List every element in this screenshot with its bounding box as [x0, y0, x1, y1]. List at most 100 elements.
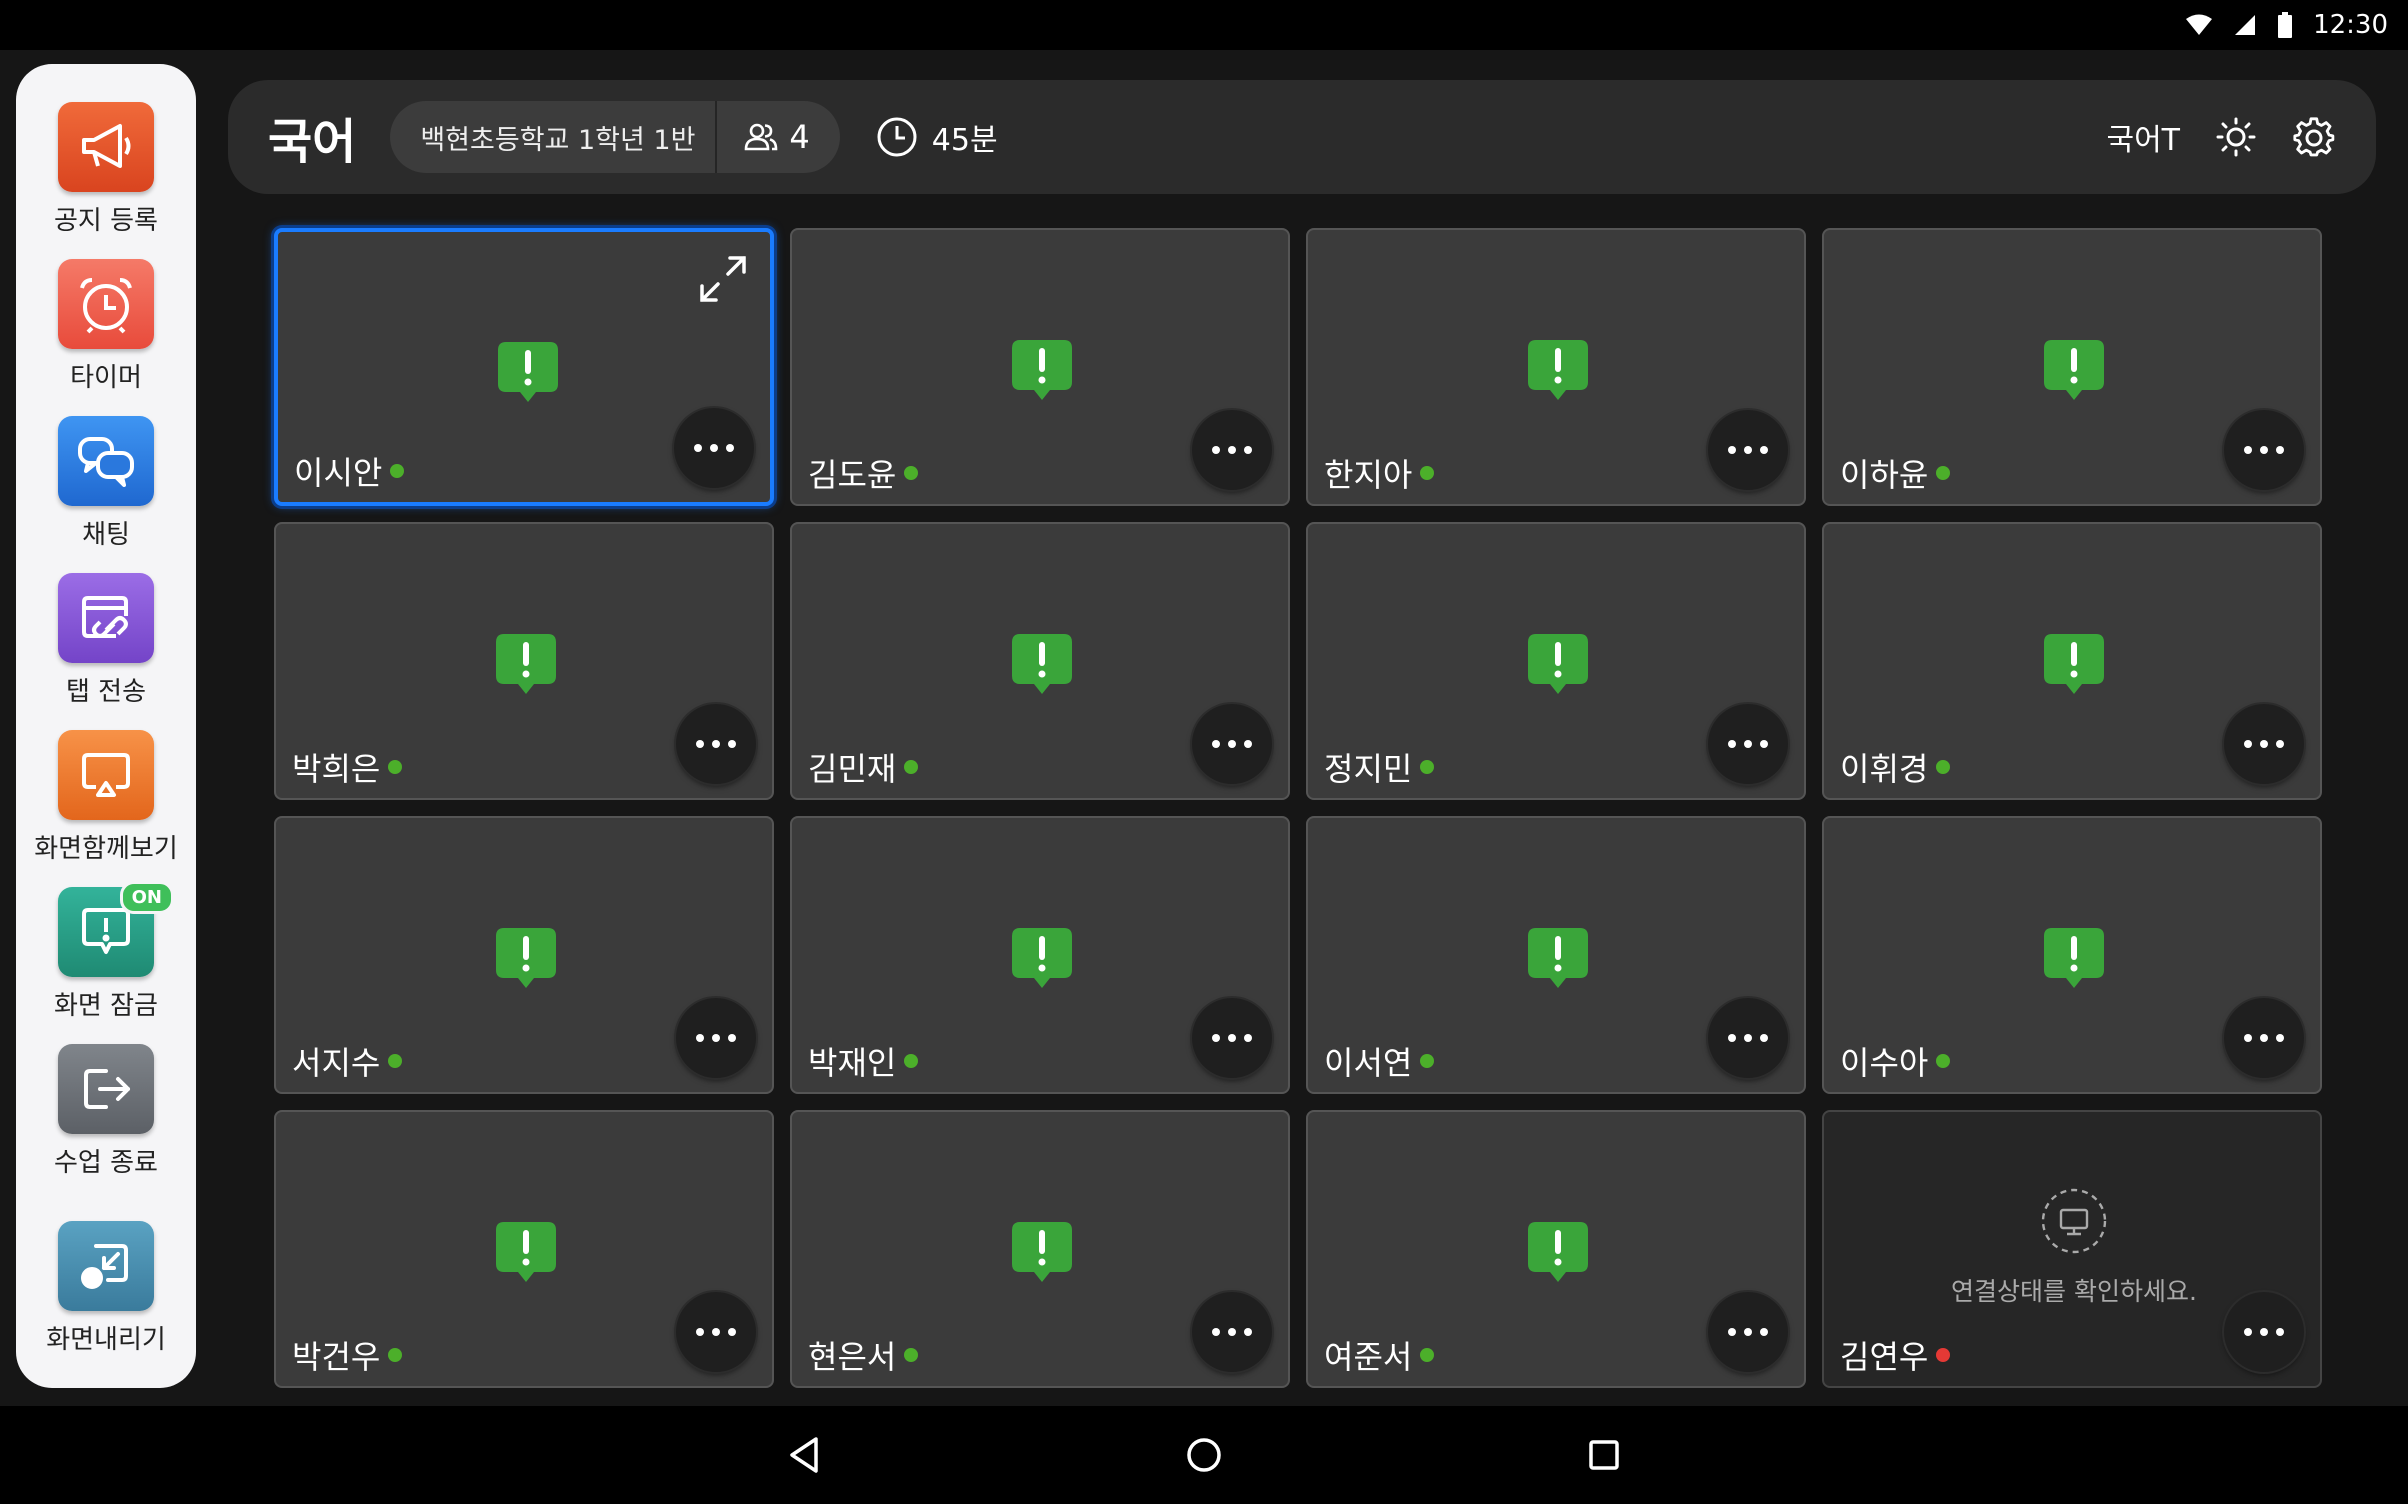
student-tile[interactable]: 여준서: [1306, 1110, 1806, 1388]
settings-gear-icon[interactable]: [2292, 115, 2336, 159]
more-options-button[interactable]: [1192, 704, 1272, 784]
student-tile[interactable]: 현은서: [790, 1110, 1290, 1388]
student-tile[interactable]: 이휘경: [1822, 522, 2322, 800]
dot: [1744, 1034, 1752, 1042]
more-options-button[interactable]: [674, 408, 754, 488]
student-tile[interactable]: 한지아: [1306, 228, 1806, 506]
duration-text: 45분: [931, 123, 998, 158]
student-tile[interactable]: 박재인: [790, 816, 1290, 1094]
more-options-button[interactable]: [676, 704, 756, 784]
dot: [1744, 1328, 1752, 1336]
student-tile[interactable]: 서지수: [274, 816, 774, 1094]
dot: [1212, 1034, 1220, 1042]
screen-lock-alert-icon: [496, 340, 560, 406]
dot: [2260, 1034, 2268, 1042]
more-options-button[interactable]: [2224, 1292, 2304, 1372]
student-tile[interactable]: 김도윤: [790, 228, 1290, 506]
connection-status-dot: [1420, 760, 1435, 774]
sidebar-item-label: 채팅: [82, 520, 130, 550]
more-options-button[interactable]: [1192, 998, 1272, 1078]
system-nav-bar: [0, 1406, 2408, 1504]
clock-icon: [877, 117, 917, 157]
student-name-label: 한지아: [1324, 450, 1435, 496]
student-tile[interactable]: 이서연: [1306, 816, 1806, 1094]
student-tile[interactable]: 박건우: [274, 1110, 774, 1388]
recents-button[interactable]: [1574, 1425, 1634, 1485]
student-name-label: 이시안: [294, 448, 405, 494]
dot: [2244, 446, 2252, 454]
tool-sidebar: 공지 등록 타이머 채팅 탭 전송 화면함께보기 ON 화면 잠금 수업 종료 …: [16, 64, 196, 1388]
class-info-pill[interactable]: 백현초등학교 1학년 1반 4: [390, 101, 840, 173]
student-tile[interactable]: 박희은: [274, 522, 774, 800]
more-options-button[interactable]: [2224, 410, 2304, 490]
dot: [2244, 1328, 2252, 1336]
dot: [728, 740, 736, 748]
connection-status-dot: [388, 1348, 403, 1362]
screen-lock-alert-icon: [2042, 632, 2106, 698]
minimize-screen-button[interactable]: 화면내리기: [16, 1221, 196, 1378]
dot: [1244, 1034, 1252, 1042]
dot: [1228, 1328, 1236, 1336]
student-tile[interactable]: 이하윤: [1822, 228, 2322, 506]
dot: [1744, 740, 1752, 748]
student-name: 박희은: [292, 750, 381, 788]
student-tile[interactable]: 김민재: [790, 522, 1290, 800]
brightness-icon[interactable]: [2214, 115, 2258, 159]
more-options-button[interactable]: [1192, 1292, 1272, 1372]
connection-status-dot: [904, 1348, 919, 1362]
dot: [1212, 1328, 1220, 1336]
back-button[interactable]: [774, 1425, 834, 1485]
student-tile[interactable]: 정지민: [1306, 522, 1806, 800]
more-options-button[interactable]: [1708, 998, 1788, 1078]
more-options-button[interactable]: [1708, 1292, 1788, 1372]
home-button[interactable]: [1174, 1425, 1234, 1485]
link-send-icon: [58, 573, 154, 663]
battery-icon: [2278, 12, 2293, 38]
screen-lock-alert-icon: [2042, 338, 2106, 404]
screen-lock-alert-icon: [494, 632, 558, 698]
student-name: 현은서: [808, 1338, 897, 1376]
more-options-button[interactable]: [1708, 410, 1788, 490]
screen-share-button[interactable]: 화면함께보기: [16, 730, 196, 887]
dot: [1244, 446, 1252, 454]
student-name-label: 김민재: [808, 744, 919, 790]
more-options-button[interactable]: [676, 1292, 756, 1372]
chat-button[interactable]: 채팅: [16, 416, 196, 573]
cellular-signal-icon: [2235, 15, 2256, 35]
screen-lock-on-badge: ON: [119, 881, 174, 914]
student-name-label: 서지수: [292, 1038, 403, 1084]
student-tile[interactable]: 이시안: [274, 228, 774, 506]
connection-status-dot: [388, 760, 403, 774]
expand-icon[interactable]: [690, 246, 756, 312]
sidebar-item-label: 탭 전송: [65, 677, 147, 707]
alarm-clock-icon: [58, 259, 154, 349]
chat-bubbles-icon: [58, 416, 154, 506]
timer-button[interactable]: 타이머: [16, 259, 196, 416]
screen-lock-button[interactable]: ON 화면 잠금: [16, 881, 196, 1044]
more-options-button[interactable]: [676, 998, 756, 1078]
screen-lock-alert-icon: [2042, 926, 2106, 992]
screen-lock-alert-icon: [494, 926, 558, 992]
student-tile[interactable]: 이수아: [1822, 816, 2322, 1094]
student-tile[interactable]: 연결상태를 확인하세요. 김연우: [1822, 1110, 2322, 1388]
more-options-button[interactable]: [1708, 704, 1788, 784]
dot: [1228, 446, 1236, 454]
sidebar-item-label: 화면함께보기: [34, 834, 178, 864]
dot: [1244, 1328, 1252, 1336]
more-options-button[interactable]: [2224, 998, 2304, 1078]
megaphone-icon: [58, 102, 154, 192]
teacher-name[interactable]: 국어T: [2106, 115, 2180, 159]
more-options-button[interactable]: [2224, 704, 2304, 784]
screen-lock-alert-icon: [1526, 926, 1590, 992]
wifi-icon: [2186, 14, 2213, 35]
more-options-button[interactable]: [1192, 410, 1272, 490]
dot: [2260, 446, 2268, 454]
header-actions: 국어T: [2106, 115, 2376, 159]
disconnected-state: 연결상태를 확인하세요.: [1824, 1186, 2324, 1308]
notice-register-button[interactable]: 공지 등록: [16, 102, 196, 259]
tab-send-button[interactable]: 탭 전송: [16, 573, 196, 730]
dot: [728, 1034, 736, 1042]
student-name: 박재인: [808, 1044, 897, 1082]
end-class-button[interactable]: 수업 종료: [16, 1044, 196, 1201]
dot: [2260, 740, 2268, 748]
